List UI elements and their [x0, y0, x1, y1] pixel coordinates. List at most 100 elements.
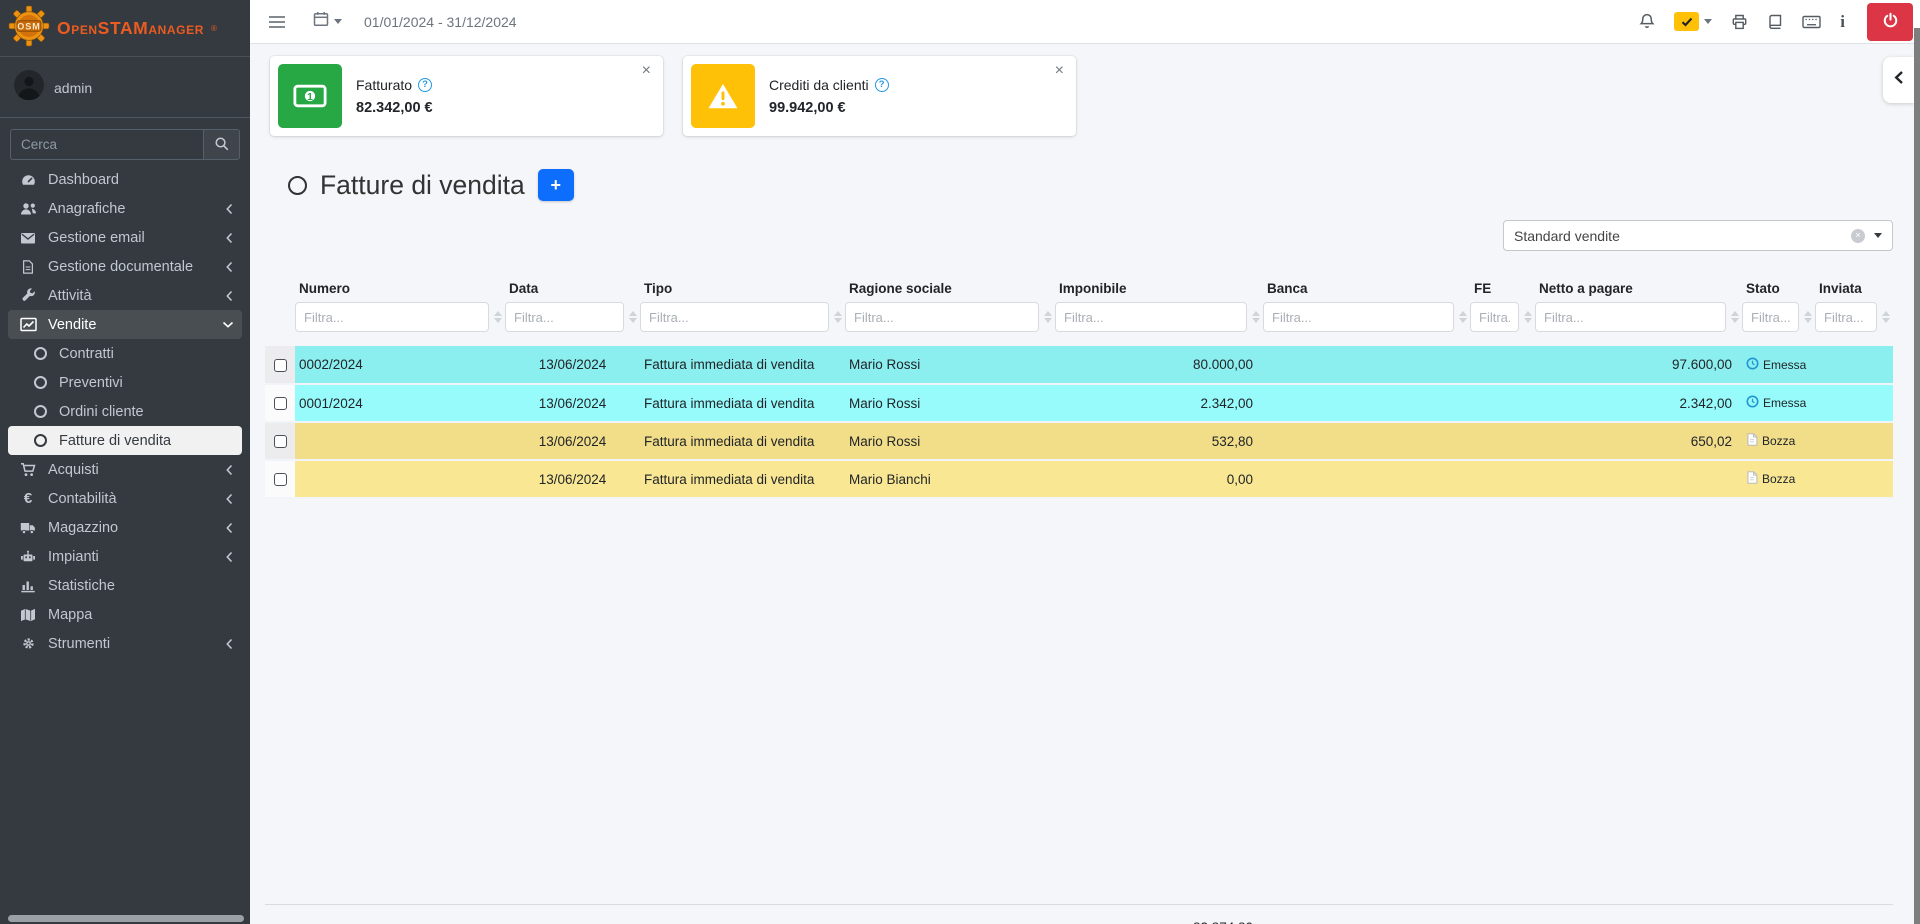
sort-arrows-icon[interactable]: [1730, 311, 1739, 323]
cell-banca: [1263, 422, 1470, 460]
sort-arrows-icon[interactable]: [833, 311, 842, 323]
card-value: 82.342,00 €: [356, 100, 433, 116]
column-header-netto-a-pagare[interactable]: Netto a pagare: [1539, 281, 1739, 296]
column-header-imponibile[interactable]: Imponibile: [1059, 281, 1260, 296]
filter-input-data[interactable]: [505, 302, 624, 332]
filter-input-ragione-sociale[interactable]: [845, 302, 1039, 332]
sort-arrows-icon[interactable]: [1458, 311, 1467, 323]
filter-input-fe[interactable]: [1470, 302, 1519, 332]
bell-icon[interactable]: [1639, 13, 1655, 30]
clear-icon[interactable]: ×: [1851, 229, 1865, 243]
card-fatturato: 1 Fatturato ? 82.342,00 € ×: [270, 56, 663, 136]
row-checkbox[interactable]: [274, 473, 287, 486]
cell-fe: [1470, 346, 1535, 384]
card-title: Fatturato: [356, 77, 412, 93]
sidebar-item-ordini-cliente[interactable]: Ordini cliente: [8, 397, 242, 426]
sidebar-item-anagrafiche[interactable]: Anagrafiche: [8, 194, 242, 223]
column-header-ragione-sociale[interactable]: Ragione sociale: [849, 281, 1052, 296]
sidebar-item-statistiche[interactable]: Statistiche: [8, 571, 242, 600]
filter-input-numero[interactable]: [295, 302, 489, 332]
sort-arrows-icon[interactable]: [628, 311, 637, 323]
cell-tipo: Fattura immediata di vendita: [640, 422, 845, 460]
column-header-banca[interactable]: Banca: [1267, 281, 1467, 296]
svg-text:OSM: OSM: [17, 21, 40, 31]
hamburger-menu-icon[interactable]: [268, 14, 286, 30]
map-icon: [16, 608, 40, 622]
filter-input-netto-a-pagare[interactable]: [1535, 302, 1726, 332]
close-icon[interactable]: ×: [1055, 60, 1064, 82]
sidebar-item-impianti[interactable]: Impianti: [8, 542, 242, 571]
table-row[interactable]: 0001/2024 13/06/2024 Fattura immediata d…: [265, 384, 1893, 422]
column-header-fe[interactable]: FE: [1474, 281, 1532, 296]
sidebar-item-fatture-di-vendita[interactable]: Fatture di vendita: [8, 426, 242, 455]
cell-banca: [1263, 346, 1470, 384]
keyboard-shortcuts-icon[interactable]: [1802, 15, 1821, 29]
sort-arrows-icon[interactable]: [1523, 311, 1532, 323]
vertical-scrollbar[interactable]: [1914, 28, 1920, 924]
chart-line-icon: [16, 317, 40, 332]
filter-input-inviata[interactable]: [1815, 302, 1877, 332]
calendar-dropdown[interactable]: [313, 11, 342, 32]
info-icon[interactable]: i: [1840, 13, 1845, 30]
column-header-numero[interactable]: Numero: [299, 281, 502, 296]
sort-arrows-icon[interactable]: [1043, 311, 1052, 323]
row-checkbox[interactable]: [274, 435, 287, 448]
brand[interactable]: OSM OpenSTAManager ®: [0, 0, 250, 57]
date-range[interactable]: 01/01/2024 - 31/12/2024: [364, 14, 517, 30]
table-row[interactable]: 0002/2024 13/06/2024 Fattura immediata d…: [265, 346, 1893, 384]
sidebar-item-dashboard[interactable]: Dashboard: [8, 165, 242, 194]
sidebar-item-gestione-documentale[interactable]: Gestione documentale: [8, 252, 242, 281]
sidebar-item-contabilita[interactable]: € Contabilità: [8, 484, 242, 513]
draft-file-icon: [1746, 471, 1758, 487]
column-header-inviata[interactable]: Inviata: [1819, 281, 1890, 296]
row-checkbox[interactable]: [274, 359, 287, 372]
sidebar-item-acquisti[interactable]: Acquisti: [8, 455, 242, 484]
close-icon[interactable]: ×: [642, 60, 651, 82]
standard-vendite-select[interactable]: Standard vendite ×: [1503, 220, 1893, 251]
cell-fe: [1470, 384, 1535, 422]
sidebar-item-mappa[interactable]: Mappa: [8, 600, 242, 629]
sort-arrows-icon[interactable]: [1803, 311, 1812, 323]
filter-input-imponibile[interactable]: [1055, 302, 1247, 332]
filter-input-banca[interactable]: [1263, 302, 1454, 332]
sidebar-item-contratti[interactable]: Contratti: [8, 339, 242, 368]
filter-input-stato[interactable]: [1742, 302, 1799, 332]
documentation-book-icon[interactable]: [1767, 14, 1783, 30]
sidebar-item-vendite[interactable]: Vendite: [8, 310, 242, 339]
column-header-tipo[interactable]: Tipo: [644, 281, 842, 296]
add-invoice-button[interactable]: +: [538, 169, 574, 201]
select-all-header: [265, 281, 295, 346]
sidebar-item-magazzino[interactable]: Magazzino: [8, 513, 242, 542]
search-icon: [214, 136, 229, 154]
row-checkbox[interactable]: [274, 397, 287, 410]
sort-arrows-icon[interactable]: [493, 311, 502, 323]
sidebar-item-preventivi[interactable]: Preventivi: [8, 368, 242, 397]
filter-input-tipo[interactable]: [640, 302, 829, 332]
sidebar-item-gestione-email[interactable]: Gestione email: [8, 223, 242, 252]
chart-bar-icon: [16, 578, 40, 593]
sort-arrows-icon[interactable]: [1251, 311, 1260, 323]
widgets-collapse-toggle[interactable]: [1883, 57, 1914, 103]
sidebar-item-strumenti[interactable]: Strumenti: [8, 629, 242, 658]
column-header-data[interactable]: Data: [509, 281, 637, 296]
help-icon[interactable]: ?: [418, 78, 432, 92]
help-icon[interactable]: ?: [875, 78, 889, 92]
logout-power-button[interactable]: [1867, 3, 1913, 41]
column-header-stato[interactable]: Stato: [1746, 281, 1812, 296]
sidebar-horizontal-scrollbar[interactable]: [8, 915, 244, 922]
search-button[interactable]: [203, 130, 239, 159]
circle-icon: [34, 376, 47, 389]
cell-banca: [1263, 460, 1470, 498]
sidebar-item-attivita[interactable]: Attività: [8, 281, 242, 310]
main-area: 01/01/2024 - 31/12/2024 i: [250, 0, 1920, 924]
sidebar-search: [10, 129, 240, 160]
tasks-badge-dropdown[interactable]: [1674, 12, 1712, 31]
sort-arrows-icon[interactable]: [1881, 311, 1890, 323]
cell-stato: Bozza: [1742, 422, 1815, 460]
user-panel[interactable]: admin: [0, 57, 250, 118]
plugin-select-row: Standard vendite ×: [265, 220, 1893, 251]
table-row[interactable]: 13/06/2024 Fattura immediata di vendita …: [265, 460, 1893, 498]
table-row[interactable]: 13/06/2024 Fattura immediata di vendita …: [265, 422, 1893, 460]
print-icon[interactable]: [1731, 14, 1748, 30]
search-input[interactable]: [11, 130, 203, 159]
